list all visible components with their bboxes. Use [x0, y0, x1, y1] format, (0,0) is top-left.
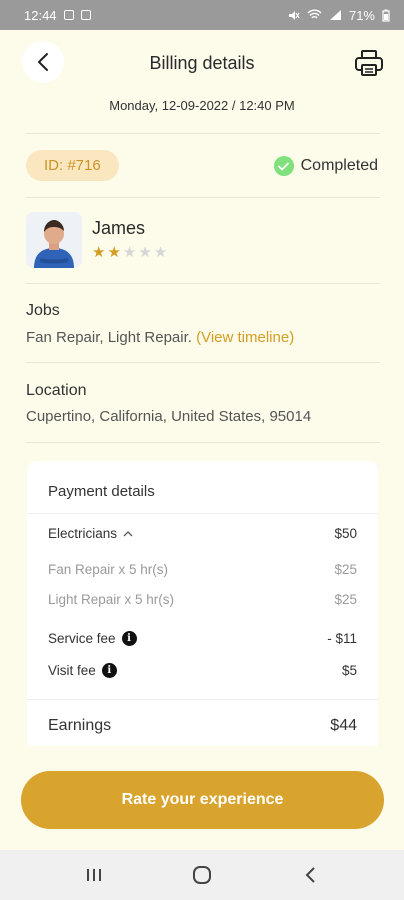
user-summary: James ★ ★ ★ ★ ★: [26, 212, 167, 268]
wifi-icon: [307, 9, 322, 19]
nav-back-icon: [305, 867, 315, 883]
line-item-label: Fan Repair x 5 hr(s): [48, 562, 169, 577]
earnings-row: Earnings $44: [48, 717, 357, 735]
divider: [27, 699, 378, 700]
divider: [26, 442, 380, 443]
printer-icon: [355, 50, 383, 76]
notification-icon: [63, 10, 74, 20]
payment-card: Payment details Electricians $50 Fan Rep…: [27, 461, 378, 751]
battery-level: 71%: [348, 7, 375, 23]
recent-apps-button[interactable]: [74, 860, 114, 890]
battery-icon: [382, 9, 390, 22]
back-button[interactable]: [22, 41, 64, 83]
order-id-badge: ID: #716: [26, 150, 119, 181]
status-bar: 12:44 71%: [0, 0, 404, 30]
back-arrow-icon: [38, 53, 48, 71]
earnings-label: Earnings: [48, 717, 112, 734]
earnings-amount: $44: [330, 717, 357, 734]
star-icon: ★: [153, 244, 168, 261]
status-indicator: Completed: [273, 156, 378, 176]
user-name: James: [92, 218, 146, 238]
divider: [26, 197, 380, 198]
star-icon: ★: [138, 244, 152, 261]
location-label: Location: [26, 382, 87, 399]
service-fee-amount: - $11: [327, 631, 357, 646]
rate-experience-button[interactable]: Rate your experience: [21, 771, 384, 829]
electricians-amount: $50: [334, 526, 357, 541]
info-icon[interactable]: i: [101, 663, 117, 678]
signal-icon: [329, 10, 341, 20]
jobs-list: Fan Repair, Light Repair.: [26, 329, 192, 346]
visit-fee-label: Visit fee: [48, 663, 96, 678]
nav-back-button[interactable]: [290, 860, 330, 890]
status-time: 12:44: [24, 7, 57, 23]
jobs-label: Jobs: [26, 302, 60, 319]
line-item-label: Light Repair x 5 hr(s): [48, 592, 175, 607]
mute-icon: [288, 10, 300, 20]
recent-apps-icon: [87, 869, 101, 881]
line-item: Fan Repair x 5 hr(s) $25: [48, 562, 357, 577]
page-title: Billing details: [149, 52, 255, 73]
location-value: Cupertino, California, United States, 95…: [26, 408, 312, 425]
visit-fee-amount: $5: [341, 663, 357, 678]
star-icon: ★: [107, 244, 121, 261]
jobs-value: Fan Repair, Light Repair. (View timeline…: [26, 329, 294, 346]
electricians-label: Electricians: [48, 526, 118, 541]
header: Billing details: [0, 38, 404, 88]
info-icon[interactable]: i: [121, 631, 137, 646]
notification-icon: [80, 10, 91, 20]
line-item: Light Repair x 5 hr(s) $25: [48, 592, 357, 607]
divider: [26, 362, 380, 363]
home-button[interactable]: [182, 860, 222, 890]
divider: [26, 133, 380, 134]
service-fee-label: Service fee: [48, 631, 116, 646]
avatar: [26, 212, 82, 268]
line-item-amount: $25: [334, 592, 357, 607]
star-icon: ★: [122, 244, 137, 261]
rating-stars: ★ ★ ★ ★ ★: [92, 243, 167, 261]
system-nav-bar: [0, 850, 404, 900]
status-label: Completed: [300, 157, 378, 174]
star-icon: ★: [92, 244, 106, 261]
divider: [27, 513, 378, 514]
view-timeline-link[interactable]: (View timeline): [196, 329, 294, 346]
chevron-up-icon: [123, 531, 133, 537]
home-icon: [193, 866, 211, 884]
print-button[interactable]: [352, 46, 386, 80]
visit-fee-row: Visit fee i $5: [48, 663, 357, 678]
service-fee-row: Service fee i - $11: [48, 631, 357, 646]
payment-title: Payment details: [48, 483, 155, 500]
check-icon: [273, 156, 294, 176]
line-item-amount: $25: [334, 562, 357, 577]
order-datetime: Monday, 12-09-2022 / 12:40 PM: [109, 98, 295, 113]
electricians-group-toggle[interactable]: Electricians $50: [48, 526, 357, 541]
divider: [26, 283, 380, 284]
